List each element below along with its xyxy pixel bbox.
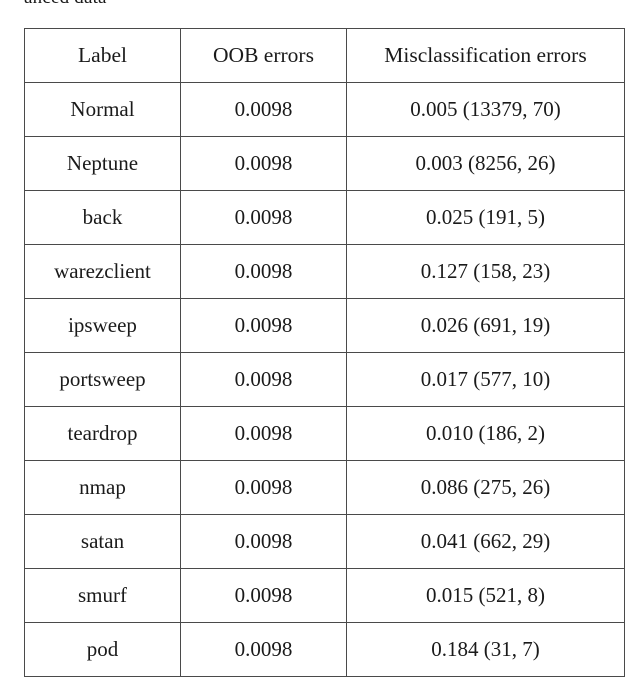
cell-oob-error: 0.0098 [180, 136, 347, 191]
table-row: teardrop 0.0098 0.010 (186, 2) [24, 406, 625, 461]
table-row: smurf 0.0098 0.015 (521, 8) [24, 568, 625, 623]
cell-label: warezclient [24, 244, 181, 299]
table-header: Label OOB errors Misclassification error… [24, 28, 625, 83]
cell-oob-error: 0.0098 [180, 244, 347, 299]
cell-misclassification-error: 0.086 (275, 26) [346, 460, 625, 515]
table-row: pod 0.0098 0.184 (31, 7) [24, 622, 625, 677]
cell-oob-error: 0.0098 [180, 514, 347, 569]
cell-misclassification-error: 0.025 (191, 5) [346, 190, 625, 245]
table-row: satan 0.0098 0.041 (662, 29) [24, 514, 625, 569]
table-row: nmap 0.0098 0.086 (275, 26) [24, 460, 625, 515]
cell-label: portsweep [24, 352, 181, 407]
cell-oob-error: 0.0098 [180, 406, 347, 461]
cell-oob-error: 0.0098 [180, 190, 347, 245]
table-row: Normal 0.0098 0.005 (13379, 70) [24, 82, 625, 137]
cell-label: teardrop [24, 406, 181, 461]
cell-misclassification-error: 0.026 (691, 19) [346, 298, 625, 353]
cell-misclassification-error: 0.010 (186, 2) [346, 406, 625, 461]
cell-label: satan [24, 514, 181, 569]
table-row: warezclient 0.0098 0.127 (158, 23) [24, 244, 625, 299]
cell-label: pod [24, 622, 181, 677]
cell-misclassification-error: 0.015 (521, 8) [346, 568, 625, 623]
cell-misclassification-error: 0.017 (577, 10) [346, 352, 625, 407]
cell-oob-error: 0.0098 [180, 298, 347, 353]
table-header-row: Label OOB errors Misclassification error… [24, 28, 625, 83]
cell-label: smurf [24, 568, 181, 623]
table-row: Neptune 0.0098 0.003 (8256, 26) [24, 136, 625, 191]
cell-misclassification-error: 0.127 (158, 23) [346, 244, 625, 299]
errors-table: Label OOB errors Misclassification error… [24, 28, 625, 677]
cell-misclassification-error: 0.184 (31, 7) [346, 622, 625, 677]
cell-label: ipsweep [24, 298, 181, 353]
cell-oob-error: 0.0098 [180, 622, 347, 677]
column-header-label: Label [24, 28, 181, 83]
cell-label: back [24, 190, 181, 245]
cell-oob-error: 0.0098 [180, 568, 347, 623]
cell-misclassification-error: 0.005 (13379, 70) [346, 82, 625, 137]
table-row: portsweep 0.0098 0.017 (577, 10) [24, 352, 625, 407]
cell-label: nmap [24, 460, 181, 515]
table-row: ipsweep 0.0098 0.026 (691, 19) [24, 298, 625, 353]
cell-misclassification-error: 0.003 (8256, 26) [346, 136, 625, 191]
cell-oob-error: 0.0098 [180, 460, 347, 515]
cell-oob-error: 0.0098 [180, 352, 347, 407]
table-container: Label OOB errors Misclassification error… [24, 28, 625, 677]
column-header-oob-errors: OOB errors [180, 28, 347, 83]
table-body: Normal 0.0098 0.005 (13379, 70) Neptune 0.00… [24, 82, 625, 677]
cell-misclassification-error: 0.041 (662, 29) [346, 514, 625, 569]
caption-fragment: anced data [24, 0, 107, 7]
cell-oob-error: 0.0098 [180, 82, 347, 137]
cell-label: Neptune [24, 136, 181, 191]
cell-label: Normal [24, 82, 181, 137]
table-row: back 0.0098 0.025 (191, 5) [24, 190, 625, 245]
column-header-misclassification-errors: Misclassification errors [346, 28, 625, 83]
